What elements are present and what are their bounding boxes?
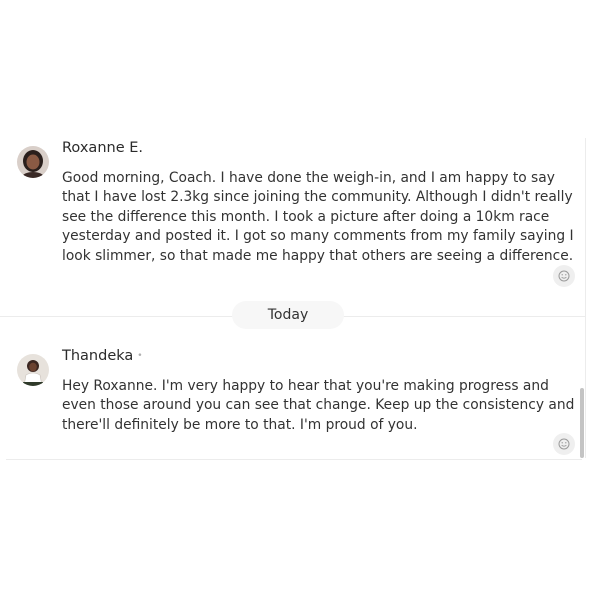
- add-reaction-button[interactable]: [553, 265, 575, 287]
- date-divider: Today: [0, 300, 586, 330]
- chat-panel: Roxanne E. Good morning, Coach. I have d…: [0, 0, 600, 600]
- author-name[interactable]: Roxanne E.: [62, 140, 143, 156]
- message-author[interactable]: Roxanne E.: [62, 140, 143, 156]
- status-dot-icon: •: [137, 351, 143, 361]
- message-text: Good morning, Coach. I have done the wei…: [62, 170, 574, 264]
- smiley-icon: [558, 270, 570, 282]
- add-reaction-button[interactable]: [553, 433, 575, 455]
- message-divider: [6, 459, 582, 460]
- message-text: Hey Roxanne. I'm very happy to hear that…: [62, 378, 575, 433]
- avatar[interactable]: [17, 354, 49, 386]
- smiley-icon: [558, 438, 570, 450]
- message-author[interactable]: Thandeka •: [62, 348, 143, 364]
- date-label: Today: [232, 301, 344, 329]
- avatar[interactable]: [17, 146, 49, 178]
- message-item: Thandeka • Hey Roxanne. I'm very happy to…: [0, 346, 586, 460]
- author-name[interactable]: Thandeka: [62, 348, 133, 364]
- message-item: Roxanne E. Good morning, Coach. I have d…: [0, 138, 586, 294]
